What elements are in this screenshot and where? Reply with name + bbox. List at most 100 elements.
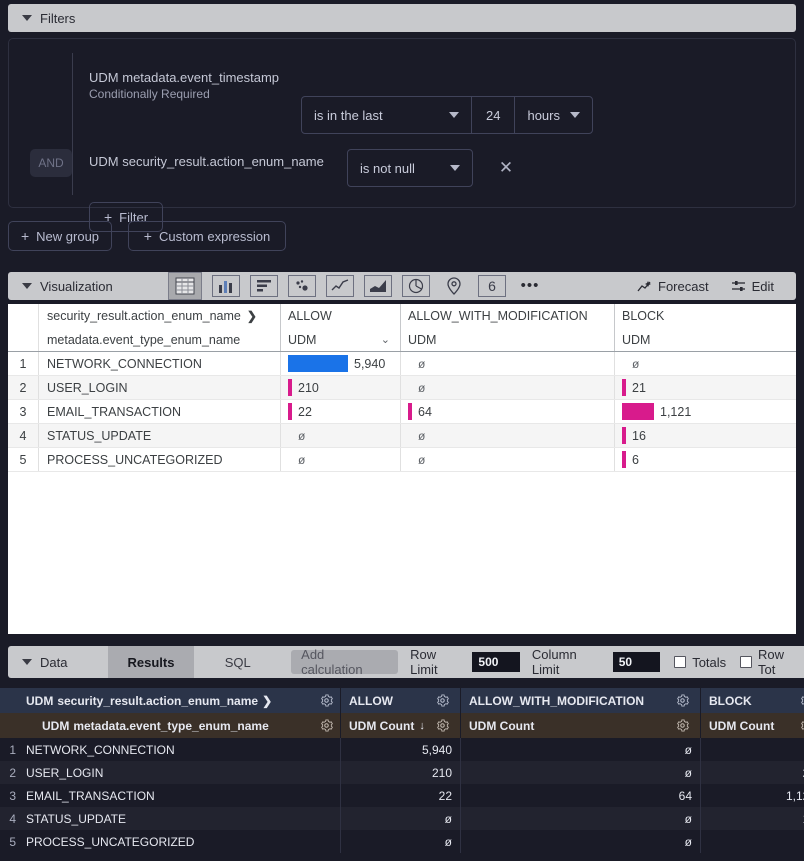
viz-type-column-chart-icon[interactable]	[212, 275, 240, 297]
viz-cell-awm[interactable]: ø	[400, 448, 614, 471]
results-subheader-row-dimension[interactable]: UDM metadata.event_type_enum_name	[20, 713, 340, 738]
viz-type-map-pin-icon[interactable]	[440, 275, 468, 297]
table-row[interactable]: 5PROCESS_UNCATEGORIZEDøø6	[8, 448, 796, 472]
expand-chevron-icon[interactable]: ❯	[262, 694, 272, 708]
viz-type-area-chart-icon[interactable]	[364, 275, 392, 297]
viz-header-col-allow[interactable]: ALLOW	[280, 304, 400, 328]
gear-icon[interactable]	[436, 719, 449, 732]
viz-row-label[interactable]: EMAIL_TRANSACTION	[38, 400, 280, 423]
filter-2-remove-icon[interactable]: ✕	[496, 158, 516, 178]
viz-subheader-measure-allow[interactable]: UDM ⌄	[280, 328, 400, 351]
viz-row-label[interactable]: PROCESS_UNCATEGORIZED	[38, 448, 280, 471]
results-cell-block[interactable]: 21	[700, 761, 804, 784]
viz-cell-block[interactable]: ø	[614, 352, 796, 375]
viz-subheader-row-dimension[interactable]: metadata.event_type_enum_name	[38, 328, 280, 351]
filter-1-condition-label[interactable]: is in the last	[302, 108, 393, 123]
viz-cell-allow[interactable]: ø	[280, 448, 400, 471]
viz-type-line-chart-icon[interactable]	[326, 275, 354, 297]
viz-type-more-options-icon[interactable]: •••	[516, 275, 544, 297]
viz-type-table-icon[interactable]	[168, 272, 202, 300]
row-totals-checkbox-wrapper[interactable]: Row Tot	[740, 646, 804, 678]
custom-expression-button[interactable]: + Custom expression	[128, 221, 286, 251]
table-row[interactable]: 1NETWORK_CONNECTION5,940øø	[8, 352, 796, 376]
filter-1-unit-label[interactable]: hours	[515, 108, 570, 123]
results-row-label[interactable]: PROCESS_UNCATEGORIZED	[20, 830, 340, 853]
viz-cell-allow[interactable]: 5,940	[280, 352, 400, 375]
results-cell-allow[interactable]: 210	[340, 761, 460, 784]
results-data-table[interactable]: UDM security_result.action_enum_name ❯ A…	[0, 688, 804, 861]
visualization-data-table[interactable]: security_result.action_enum_name ❯ ALLOW…	[8, 304, 796, 634]
filter-2-condition[interactable]: is not null	[347, 149, 473, 187]
results-header-row-dimension[interactable]: UDM security_result.action_enum_name ❯	[20, 688, 340, 713]
results-row-label[interactable]: EMAIL_TRANSACTION	[20, 784, 340, 807]
totals-checkbox-wrapper[interactable]: Totals	[674, 646, 726, 678]
results-cell-block[interactable]: 1,121	[700, 784, 804, 807]
data-section-header[interactable]: Data	[8, 646, 108, 678]
viz-row-label[interactable]: STATUS_UPDATE	[38, 424, 280, 447]
sort-chevron-down-icon[interactable]: ⌄	[381, 333, 390, 346]
results-subheader-measure-block[interactable]: UDM Count	[700, 713, 804, 738]
viz-cell-allow[interactable]: 210	[280, 376, 400, 399]
viz-cell-awm[interactable]: ø	[400, 424, 614, 447]
table-row[interactable]: 2USER_LOGIN210ø21	[0, 761, 804, 784]
viz-type-pie-chart-icon[interactable]	[402, 275, 430, 297]
gear-icon[interactable]	[320, 694, 333, 707]
viz-header-row-dimension[interactable]: security_result.action_enum_name ❯	[38, 304, 280, 328]
forecast-button[interactable]: Forecast	[637, 279, 709, 294]
filter-1-unit-chevron-icon[interactable]	[570, 112, 580, 118]
add-calculation-button[interactable]: Add calculation	[291, 650, 398, 674]
chevron-down-icon[interactable]	[22, 283, 32, 289]
table-row[interactable]: 1NETWORK_CONNECTION5,940øø	[0, 738, 804, 761]
filter-1-condition-chevron-icon[interactable]	[449, 112, 459, 118]
results-header-col-awm[interactable]: ALLOW_WITH_MODIFICATION	[460, 688, 700, 713]
results-header-col-block[interactable]: BLOCK	[700, 688, 804, 713]
viz-cell-block[interactable]: 1,121	[614, 400, 796, 423]
tab-sql[interactable]: SQL	[194, 646, 281, 678]
results-cell-awm[interactable]: ø	[460, 738, 700, 761]
viz-subheader-measure-awm[interactable]: UDM	[400, 328, 614, 351]
gear-icon[interactable]	[800, 694, 804, 707]
gear-icon[interactable]	[800, 719, 804, 732]
tab-results[interactable]: Results	[108, 646, 195, 678]
table-row[interactable]: 4STATUS_UPDATEøø16	[0, 807, 804, 830]
viz-cell-allow[interactable]: ø	[280, 424, 400, 447]
viz-type-bar-chart-icon[interactable]	[250, 275, 278, 297]
expand-chevron-icon[interactable]: ❯	[247, 309, 257, 323]
viz-cell-awm[interactable]: ø	[400, 376, 614, 399]
filter-1-amount-input[interactable]: 24	[471, 97, 515, 133]
totals-checkbox[interactable]	[674, 656, 686, 668]
results-cell-awm[interactable]: 64	[460, 784, 700, 807]
chevron-down-icon[interactable]	[22, 659, 32, 665]
table-row[interactable]: 4STATUS_UPDATEøø16	[8, 424, 796, 448]
results-cell-block[interactable]: 6	[700, 830, 804, 853]
results-cell-awm[interactable]: ø	[460, 807, 700, 830]
viz-cell-awm[interactable]: 64	[400, 400, 614, 423]
edit-button[interactable]: Edit	[731, 279, 774, 294]
chevron-down-icon[interactable]	[22, 15, 32, 21]
viz-cell-allow[interactable]: 22	[280, 400, 400, 423]
viz-cell-block[interactable]: 21	[614, 376, 796, 399]
table-row[interactable]: 3EMAIL_TRANSACTION22641,121	[8, 400, 796, 424]
results-cell-allow[interactable]: ø	[340, 807, 460, 830]
results-row-label[interactable]: USER_LOGIN	[20, 761, 340, 784]
filter-2-condition-chevron-icon[interactable]	[450, 165, 460, 171]
viz-row-label[interactable]: NETWORK_CONNECTION	[38, 352, 280, 375]
filter-field-2[interactable]: UDM security_result.action_enum_name	[89, 154, 324, 169]
gear-icon[interactable]	[320, 719, 333, 732]
results-cell-awm[interactable]: ø	[460, 830, 700, 853]
table-row[interactable]: 2USER_LOGIN210ø21	[8, 376, 796, 400]
results-cell-block[interactable]: ø	[700, 738, 804, 761]
filter-field-1[interactable]: UDM metadata.event_timestamp Conditional…	[89, 70, 279, 101]
viz-cell-block[interactable]: 16	[614, 424, 796, 447]
viz-row-label[interactable]: USER_LOGIN	[38, 376, 280, 399]
new-group-button[interactable]: + New group	[8, 221, 112, 251]
results-subheader-measure-awm[interactable]: UDM Count	[460, 713, 700, 738]
viz-header-col-allow-with-modification[interactable]: ALLOW_WITH_MODIFICATION	[400, 304, 614, 328]
viz-type-single-value-icon[interactable]: 6	[478, 275, 506, 297]
results-subheader-measure-allow[interactable]: UDM Count ↓	[340, 713, 460, 738]
results-cell-block[interactable]: 16	[700, 807, 804, 830]
filter-operator-and[interactable]: AND	[30, 149, 72, 177]
viz-type-scatter-icon[interactable]	[288, 275, 316, 297]
results-cell-allow[interactable]: 5,940	[340, 738, 460, 761]
results-cell-awm[interactable]: ø	[460, 761, 700, 784]
